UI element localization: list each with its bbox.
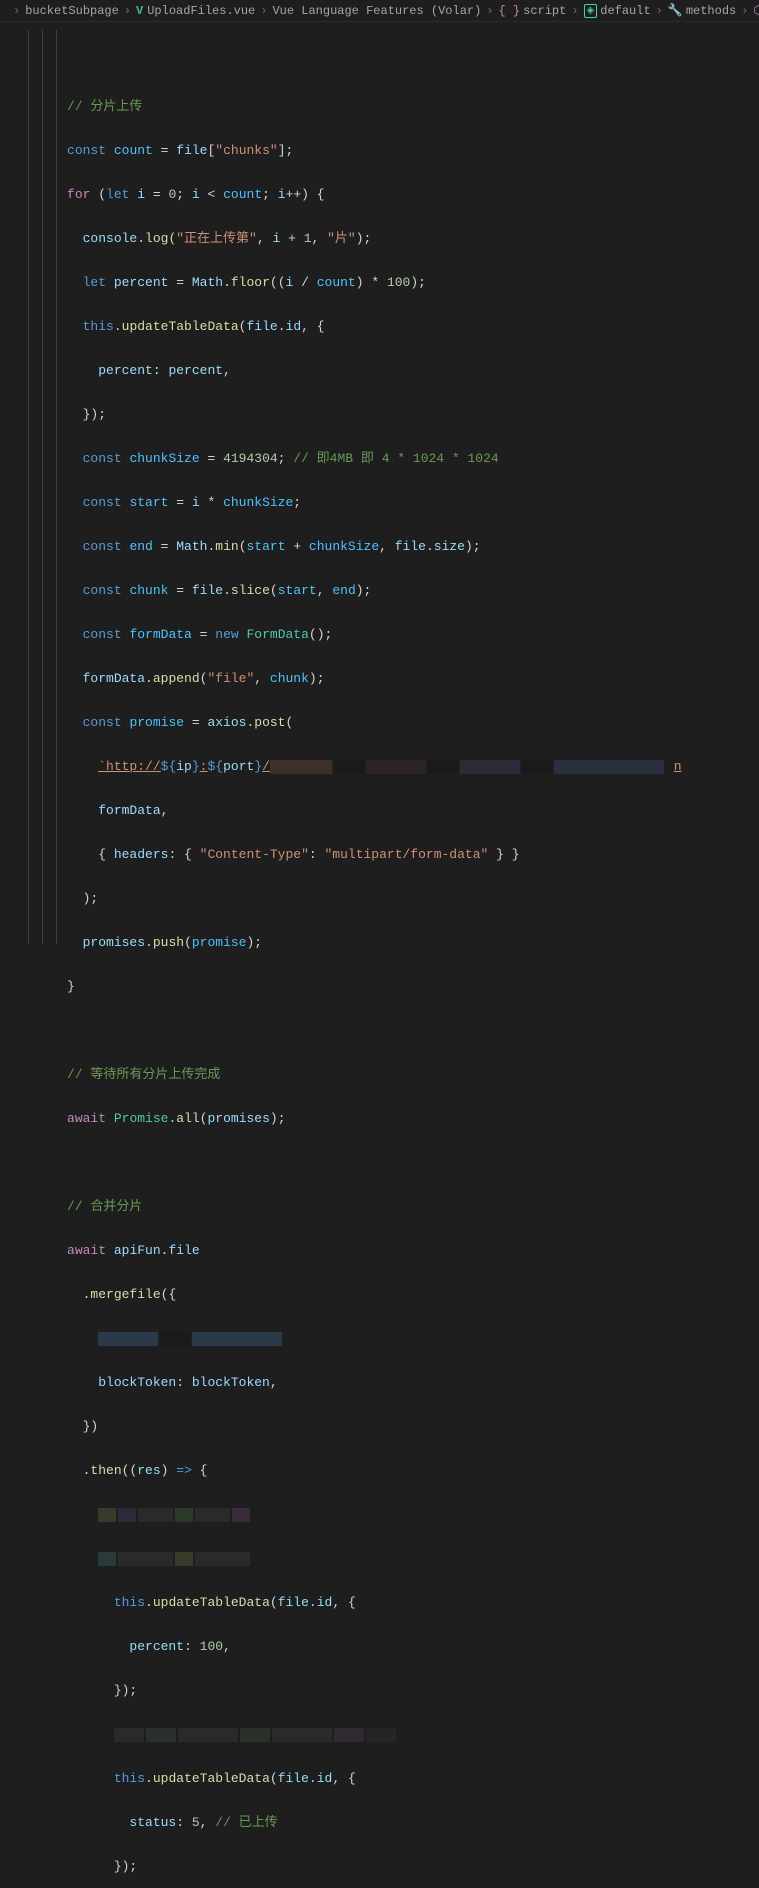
chevron-right-icon: › xyxy=(571,4,578,18)
code-line: .then((res) => { xyxy=(28,1460,682,1482)
breadcrumb-item[interactable]: methods xyxy=(686,4,736,18)
chevron-right-icon: › xyxy=(656,4,663,18)
chevron-right-icon: › xyxy=(13,4,20,18)
breadcrumb[interactable]: › bucketSubpage › V UploadFiles.vue › Vu… xyxy=(0,0,759,22)
code-line: const end = Math.min(start + chunkSize, … xyxy=(28,536,682,558)
vue-icon: V xyxy=(136,4,143,18)
code-line xyxy=(28,1504,682,1526)
code-line xyxy=(28,1152,682,1174)
gutter xyxy=(0,22,28,944)
code-line: this.updateTableData(file.id, { xyxy=(28,1768,682,1790)
code-line: const chunk = file.slice(start, end); xyxy=(28,580,682,602)
code-line: await apiFun.file xyxy=(28,1240,682,1262)
code-line: const promise = axios.post( xyxy=(28,712,682,734)
code-line: // 合并分片 xyxy=(28,1196,682,1218)
code-line: const start = i * chunkSize; xyxy=(28,492,682,514)
code-line: { headers: { "Content-Type": "multipart/… xyxy=(28,844,682,866)
code-line xyxy=(28,1020,682,1042)
code-line: percent: 100, xyxy=(28,1636,682,1658)
chevron-right-icon: › xyxy=(124,4,131,18)
code-line: status: 5, // 已上传 xyxy=(28,1812,682,1834)
code-line: promises.push(promise); xyxy=(28,932,682,954)
breadcrumb-item[interactable]: bucketSubpage xyxy=(25,4,119,18)
code-line: formData.append("file", chunk); xyxy=(28,668,682,690)
redacted-block xyxy=(98,1331,284,1346)
code-line: const count = file["chunks"]; xyxy=(28,140,682,162)
redacted-block xyxy=(98,1507,252,1522)
module-icon: ◈ xyxy=(584,4,598,18)
code-line: console.log("正在上传第", i + 1, "片"); xyxy=(28,228,682,250)
code-line: percent: percent, xyxy=(28,360,682,382)
code-line: `http://${ip}:${port}/ n xyxy=(28,756,682,778)
chevron-right-icon: › xyxy=(741,4,748,18)
code-line xyxy=(28,1548,682,1570)
redacted-block xyxy=(114,1727,398,1742)
code-line: this.updateTableData(file.id, { xyxy=(28,316,682,338)
code-line: const chunkSize = 4194304; // 即4MB 即 4 *… xyxy=(28,448,682,470)
code-line: // 分片上传 xyxy=(28,96,682,118)
code-line: blockToken: blockToken, xyxy=(28,1372,682,1394)
breadcrumb-item[interactable]: script xyxy=(523,4,566,18)
code-line: ); xyxy=(28,888,682,910)
redacted-block xyxy=(270,759,666,774)
code-line xyxy=(28,1724,682,1746)
code-line: }); xyxy=(28,404,682,426)
chevron-right-icon: › xyxy=(260,4,267,18)
code-line: let percent = Math.floor((i / count) * 1… xyxy=(28,272,682,294)
editor[interactable]: // 分片上传 const count = file["chunks"]; fo… xyxy=(0,22,759,944)
code-line: }) xyxy=(28,1416,682,1438)
code-line: // 等待所有分片上传完成 xyxy=(28,1064,682,1086)
braces-icon: { } xyxy=(499,4,521,18)
wrench-icon: 🔧 xyxy=(668,3,683,18)
breadcrumb-item[interactable]: default xyxy=(600,4,650,18)
code-line: }); xyxy=(28,1680,682,1702)
code-line: formData, xyxy=(28,800,682,822)
code-line: this.updateTableData(file.id, { xyxy=(28,1592,682,1614)
redacted-block xyxy=(98,1551,252,1566)
code-line: }); xyxy=(28,1856,682,1878)
cube-icon: ⬡ xyxy=(753,3,759,18)
code-content[interactable]: // 分片上传 const count = file["chunks"]; fo… xyxy=(28,22,682,944)
code-line: await Promise.all(promises); xyxy=(28,1108,682,1130)
code-line xyxy=(28,1328,682,1350)
breadcrumb-item[interactable]: UploadFiles.vue xyxy=(147,4,255,18)
code-line: for (let i = 0; i < count; i++) { xyxy=(28,184,682,206)
code-line: .mergefile({ xyxy=(28,1284,682,1306)
code-line: const formData = new FormData(); xyxy=(28,624,682,646)
code-line: } xyxy=(28,976,682,998)
chevron-right-icon: › xyxy=(486,4,493,18)
breadcrumb-item[interactable]: Vue Language Features (Volar) xyxy=(272,4,481,18)
